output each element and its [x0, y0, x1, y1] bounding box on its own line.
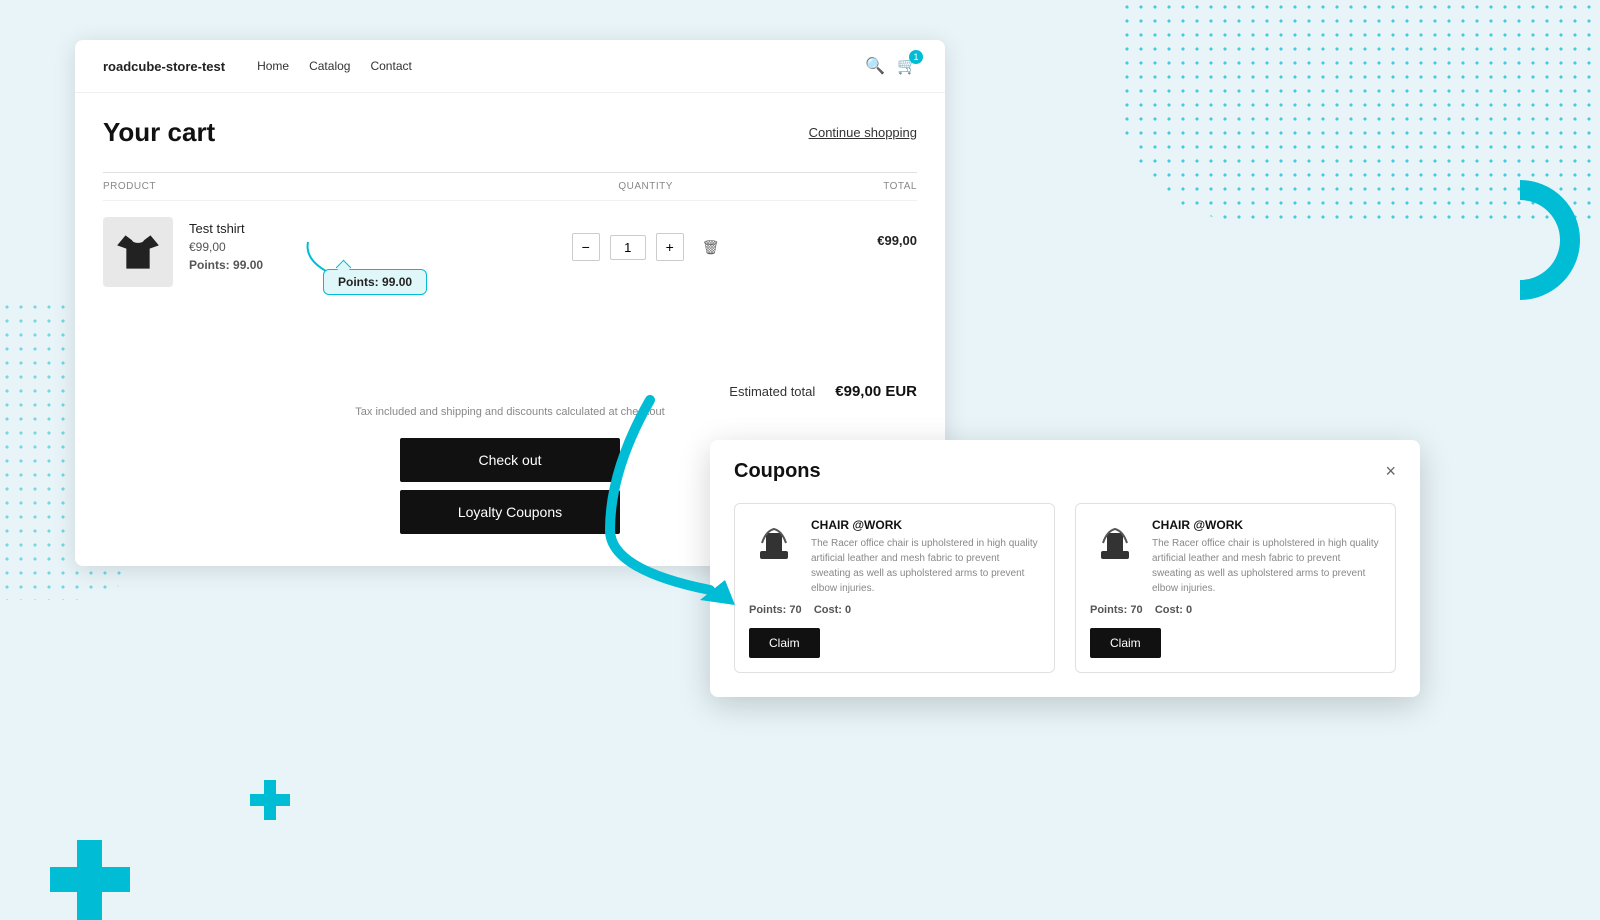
points-value: 99.00 [233, 258, 263, 272]
nav-icons: 🔍 🛒 1 [865, 56, 917, 76]
cart-header: Your cart Continue shopping [103, 117, 917, 148]
quantity-decrease-button[interactable]: − [572, 233, 600, 261]
quantity-input[interactable] [610, 235, 646, 260]
item-points: Points: 99.00 [189, 258, 263, 272]
coupon-top-2: CHAIR @WORK The Racer office chair is up… [1090, 518, 1381, 596]
cart-icon[interactable]: 🛒 1 [897, 56, 917, 76]
coupon-cost-label-1: Cost: [814, 604, 842, 616]
coupon-card-2: CHAIR @WORK The Racer office chair is up… [1075, 503, 1396, 673]
tax-note: Tax included and shipping and discounts … [103, 406, 917, 418]
modal-header: Coupons × [734, 460, 1396, 483]
points-callout: Points: 99.00 [323, 269, 427, 295]
coupon-points-label-2: Points: [1090, 604, 1127, 616]
estimated-value: €99,00 EUR [835, 383, 917, 400]
points-label: Points: [189, 258, 230, 272]
estimated-total: Estimated total €99,00 EUR [103, 383, 917, 400]
coupon-image-2 [1090, 518, 1140, 568]
delete-item-button[interactable]: 🗑 [702, 239, 720, 256]
coupons-grid: CHAIR @WORK The Racer office chair is up… [734, 503, 1396, 673]
search-icon[interactable]: 🔍 [865, 56, 885, 76]
item-total: €99,00 [781, 217, 917, 248]
nav-logo: roadcube-store-test [103, 59, 225, 74]
nav-links: Home Catalog Contact [257, 59, 865, 73]
coupon-desc-2: The Racer office chair is upholstered in… [1152, 536, 1381, 596]
coupon-desc-1: The Racer office chair is upholstered in… [811, 536, 1040, 596]
continue-shopping-link[interactable]: Continue shopping [809, 125, 917, 140]
item-price: €99,00 [189, 240, 263, 254]
coupon-name-1: CHAIR @WORK [811, 518, 1040, 532]
coupon-points-value-2: 70 [1130, 604, 1142, 616]
coupon-card-1: CHAIR @WORK The Racer office chair is up… [734, 503, 1055, 673]
coupon-cost-value-1: 0 [845, 604, 851, 616]
cart-item: Test tshirt €99,00 Points: 99.00 Points:… [103, 200, 917, 303]
coupons-modal: Coupons × CHAIR @WORK The Racer office [710, 440, 1420, 697]
item-image [103, 217, 173, 287]
item-quantity: − + 🗑 [510, 217, 781, 261]
item-name: Test tshirt [189, 221, 263, 236]
col-product-header: PRODUCT [103, 181, 510, 192]
item-details: Test tshirt €99,00 Points: 99.00 [189, 217, 263, 272]
coupon-cost-value-2: 0 [1186, 604, 1192, 616]
coupon-top-1: CHAIR @WORK The Racer office chair is up… [749, 518, 1040, 596]
cart-badge: 1 [909, 50, 923, 64]
coupon-info-2: CHAIR @WORK The Racer office chair is up… [1152, 518, 1381, 596]
claim-button-2[interactable]: Claim [1090, 628, 1161, 658]
nav-link-contact[interactable]: Contact [370, 59, 411, 73]
nav-link-home[interactable]: Home [257, 59, 289, 73]
col-quantity-header: QUANTITY [510, 181, 781, 192]
claim-button-1[interactable]: Claim [749, 628, 820, 658]
quantity-increase-button[interactable]: + [656, 233, 684, 261]
coupon-points-value-1: 70 [789, 604, 801, 616]
table-header: PRODUCT QUANTITY TOTAL [103, 172, 917, 200]
checkout-button[interactable]: Check out [400, 438, 620, 482]
nav-link-catalog[interactable]: Catalog [309, 59, 350, 73]
navbar: roadcube-store-test Home Catalog Contact… [75, 40, 945, 93]
loyalty-coupons-button[interactable]: Loyalty Coupons [400, 490, 620, 534]
coupon-cost-label-2: Cost: [1155, 604, 1183, 616]
coupon-name-2: CHAIR @WORK [1152, 518, 1381, 532]
coupon-meta-1: Points: 70 Cost: 0 [749, 604, 1040, 616]
modal-close-button[interactable]: × [1385, 461, 1396, 482]
big-arrow [590, 390, 770, 610]
coupon-meta-2: Points: 70 Cost: 0 [1090, 604, 1381, 616]
col-total-header: TOTAL [781, 181, 917, 192]
coupon-info-1: CHAIR @WORK The Racer office chair is up… [811, 518, 1040, 596]
cart-title: Your cart [103, 117, 215, 148]
